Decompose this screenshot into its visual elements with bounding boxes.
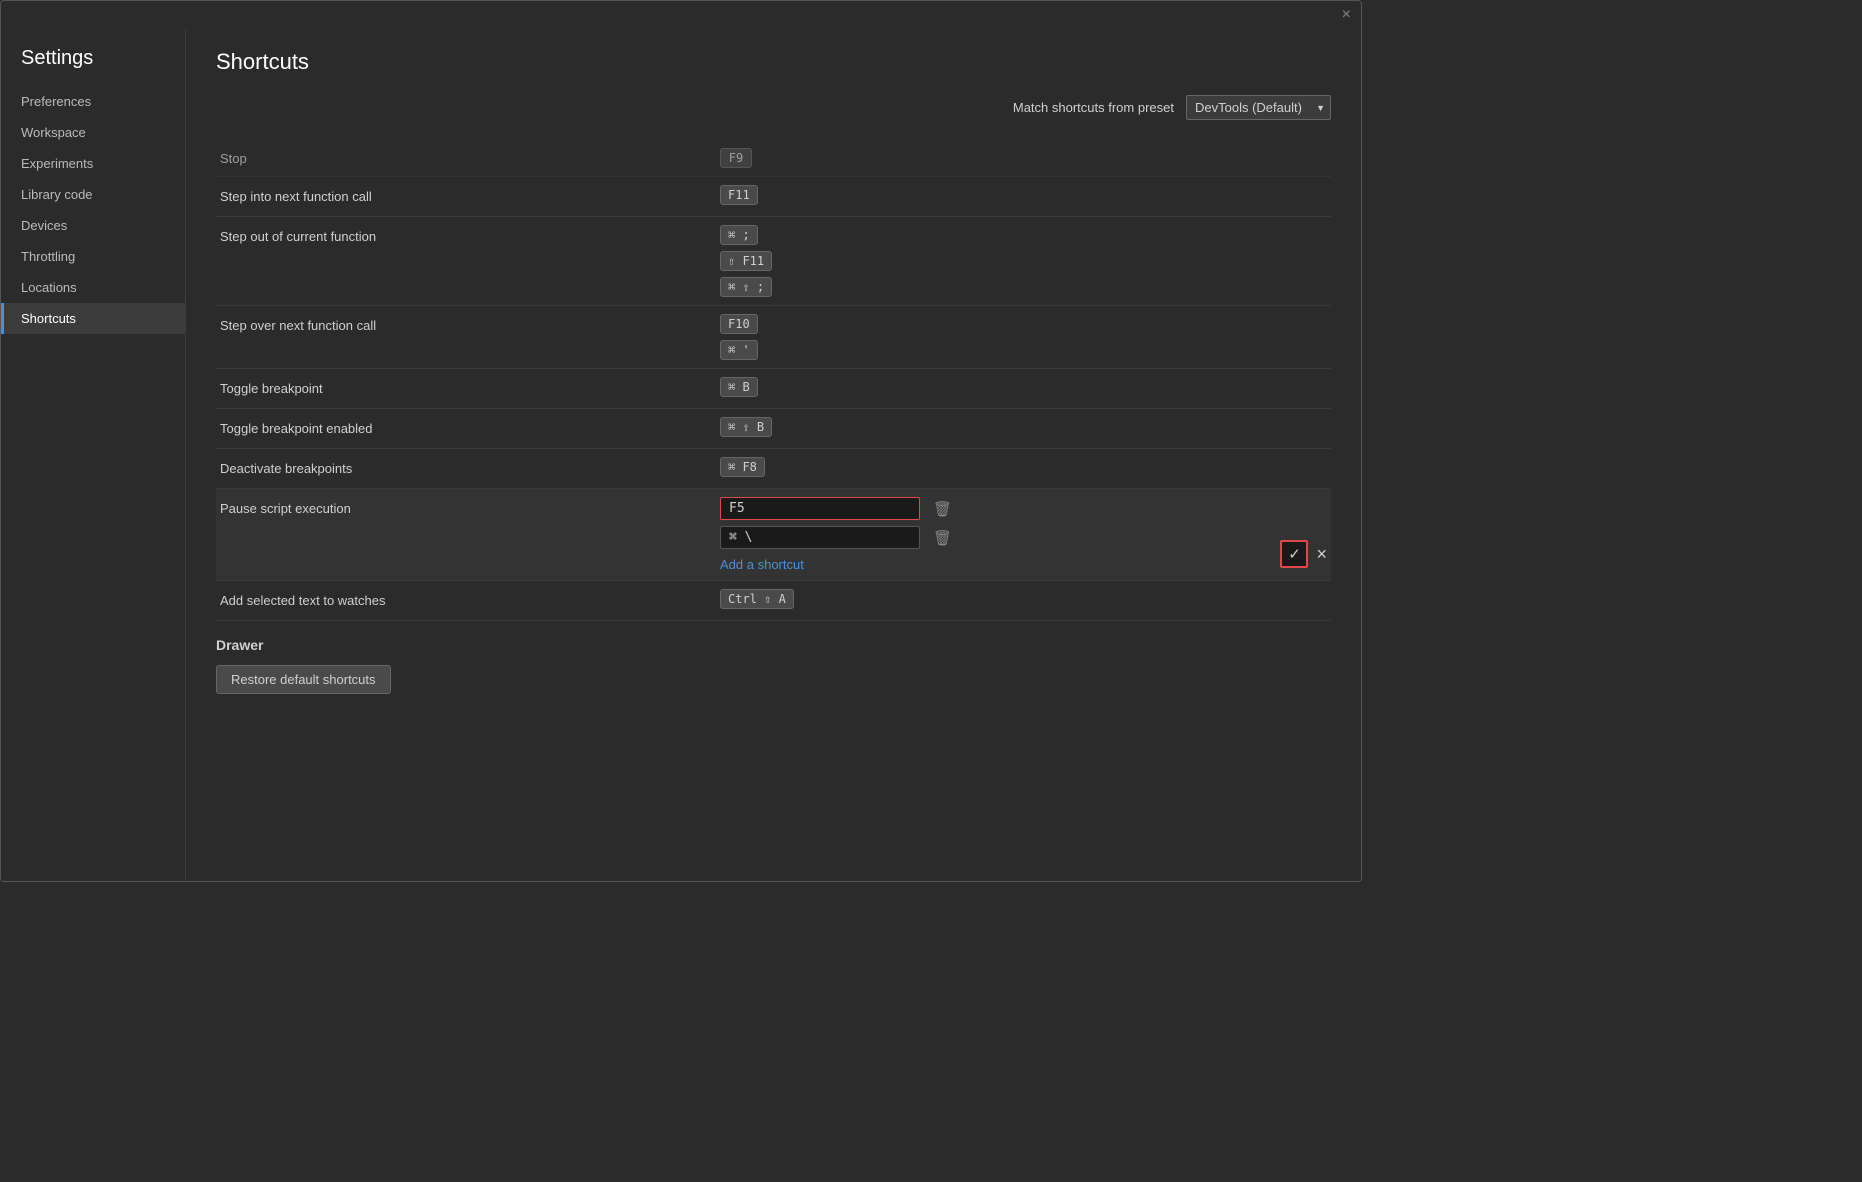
page-title: Shortcuts [216, 49, 1331, 75]
shortcut-row-deactivate-bp: Deactivate breakpoints ⌘ F8 [216, 449, 1331, 489]
key-row: F11 [720, 185, 1327, 205]
delete-shortcut-2-button[interactable]: 🗑 [928, 527, 957, 549]
shortcut-keys-toggle-bp-enabled: ⌘ ⇧ B [720, 417, 1327, 437]
restore-default-shortcuts-button[interactable]: Restore default shortcuts [216, 665, 391, 694]
shortcut-row-step-into: Step into next function call F11 [216, 177, 1331, 217]
key-cmd-f8: ⌘ F8 [720, 457, 765, 477]
key-cmd-b: ⌘ B [720, 377, 758, 397]
key-row: ⌘ ⇧ ; [720, 277, 1327, 297]
confirm-button[interactable]: ✓ [1280, 540, 1308, 568]
key-F11: F11 [720, 185, 758, 205]
content-area: Settings Preferences Workspace Experimen… [1, 29, 1361, 881]
preset-row: Match shortcuts from preset DevTools (De… [216, 95, 1331, 120]
preset-select[interactable]: DevTools (Default) Visual Studio Code [1186, 95, 1331, 120]
key-row: ⌘ F8 [720, 457, 1327, 477]
preset-label: Match shortcuts from preset [1013, 100, 1174, 115]
key-row-input1: F5 🗑 [720, 497, 1264, 520]
key-ctrl-shift-a: Ctrl ⇧ A [720, 589, 794, 609]
key-row: ⌘ ' [720, 340, 1327, 360]
confirm-cancel-buttons: ✓ × [1280, 540, 1327, 568]
sidebar-item-shortcuts[interactable]: Shortcuts [1, 303, 185, 334]
confirm-cancel-area: ✓ × [1280, 536, 1327, 572]
key-row-input2: ⌘ \ 🗑 [720, 526, 1264, 549]
shortcut-keys-step-over: F10 ⌘ ' [720, 314, 1327, 360]
drawer-title: Drawer [216, 637, 1331, 653]
shortcut-keys-step-out: ⌘ ; ⇧ F11 ⌘ ⇧ ; [720, 225, 1327, 297]
shortcut-name-step-into: Step into next function call [220, 185, 720, 204]
shortcut-row-stop: Stop F9 [216, 140, 1331, 177]
shortcut-row-toggle-bp-enabled: Toggle breakpoint enabled ⌘ ⇧ B [216, 409, 1331, 449]
shortcut-keys-pause-script: F5 🗑 ⌘ \ 🗑 Add a shortcut [720, 497, 1264, 572]
sidebar-item-library-code[interactable]: Library code [1, 179, 185, 210]
key-shift-F11: ⇧ F11 [720, 251, 772, 271]
shortcut-keys-deactivate-bp: ⌘ F8 [720, 457, 1327, 477]
shortcut-row-pause-script: Pause script execution F5 🗑 ⌘ \ 🗑 Add a … [216, 489, 1331, 581]
key-row: ⌘ ; [720, 225, 1327, 245]
key-F10: F10 [720, 314, 758, 334]
main-content: Shortcuts Match shortcuts from preset De… [186, 29, 1361, 881]
sidebar-item-locations[interactable]: Locations [1, 272, 185, 303]
shortcut-keys-toggle-bp: ⌘ B [720, 377, 1327, 397]
key-row: Ctrl ⇧ A [720, 589, 1327, 609]
shortcut-name-step-over: Step over next function call [220, 314, 720, 333]
shortcut-row-step-out: Step out of current function ⌘ ; ⇧ F11 ⌘… [216, 217, 1331, 306]
key-cmd-shift-b: ⌘ ⇧ B [720, 417, 772, 437]
sidebar-item-devices[interactable]: Devices [1, 210, 185, 241]
key-cmd-apostrophe: ⌘ ' [720, 340, 758, 360]
shortcut-keys-add-selected: Ctrl ⇧ A [720, 589, 1327, 609]
sidebar-title: Settings [1, 39, 185, 86]
key-row: F10 [720, 314, 1327, 334]
shortcut-keys-step-into: F11 [720, 185, 1327, 205]
shortcut-name-toggle-bp-enabled: Toggle breakpoint enabled [220, 417, 720, 436]
key-row-add: Add a shortcut [720, 555, 1264, 572]
key-cmd-shift-semicolon: ⌘ ⇧ ; [720, 277, 772, 297]
titlebar: × [1, 1, 1361, 29]
key-row: ⇧ F11 [720, 251, 1327, 271]
shortcut-name-stop: Stop [220, 151, 720, 166]
shortcut-row-toggle-bp: Toggle breakpoint ⌘ B [216, 369, 1331, 409]
key-row: F9 [720, 148, 1327, 168]
cancel-edit-button[interactable]: × [1316, 544, 1327, 565]
add-shortcut-link[interactable]: Add a shortcut [720, 555, 804, 572]
shortcut-row-add-selected: Add selected text to watches Ctrl ⇧ A [216, 581, 1331, 621]
key-F9: F9 [720, 148, 752, 168]
shortcut-name-deactivate-bp: Deactivate breakpoints [220, 457, 720, 476]
shortcut-name-pause-script: Pause script execution [220, 497, 720, 516]
sidebar-item-experiments[interactable]: Experiments [1, 148, 185, 179]
key-row: ⌘ ⇧ B [720, 417, 1327, 437]
sidebar-item-throttling[interactable]: Throttling [1, 241, 185, 272]
shortcut-input-1[interactable]: F5 [720, 497, 920, 520]
sidebar-item-preferences[interactable]: Preferences [1, 86, 185, 117]
settings-window: × Settings Preferences Workspace Experim… [0, 0, 1362, 882]
close-button[interactable]: × [1342, 7, 1351, 23]
key-row: ⌘ B [720, 377, 1327, 397]
preset-select-wrapper: DevTools (Default) Visual Studio Code [1186, 95, 1331, 120]
sidebar-item-workspace[interactable]: Workspace [1, 117, 185, 148]
shortcut-name-add-selected: Add selected text to watches [220, 589, 720, 608]
shortcut-input-2[interactable]: ⌘ \ [720, 526, 920, 549]
drawer-section: Drawer Restore default shortcuts [216, 637, 1331, 694]
delete-shortcut-1-button[interactable]: 🗑 [928, 498, 957, 520]
key-cmd-semicolon: ⌘ ; [720, 225, 758, 245]
shortcut-name-step-out: Step out of current function [220, 225, 720, 244]
shortcut-row-step-over: Step over next function call F10 ⌘ ' [216, 306, 1331, 369]
shortcut-keys-stop: F9 [720, 148, 1327, 168]
sidebar: Settings Preferences Workspace Experimen… [1, 29, 186, 881]
shortcut-name-toggle-bp: Toggle breakpoint [220, 377, 720, 396]
